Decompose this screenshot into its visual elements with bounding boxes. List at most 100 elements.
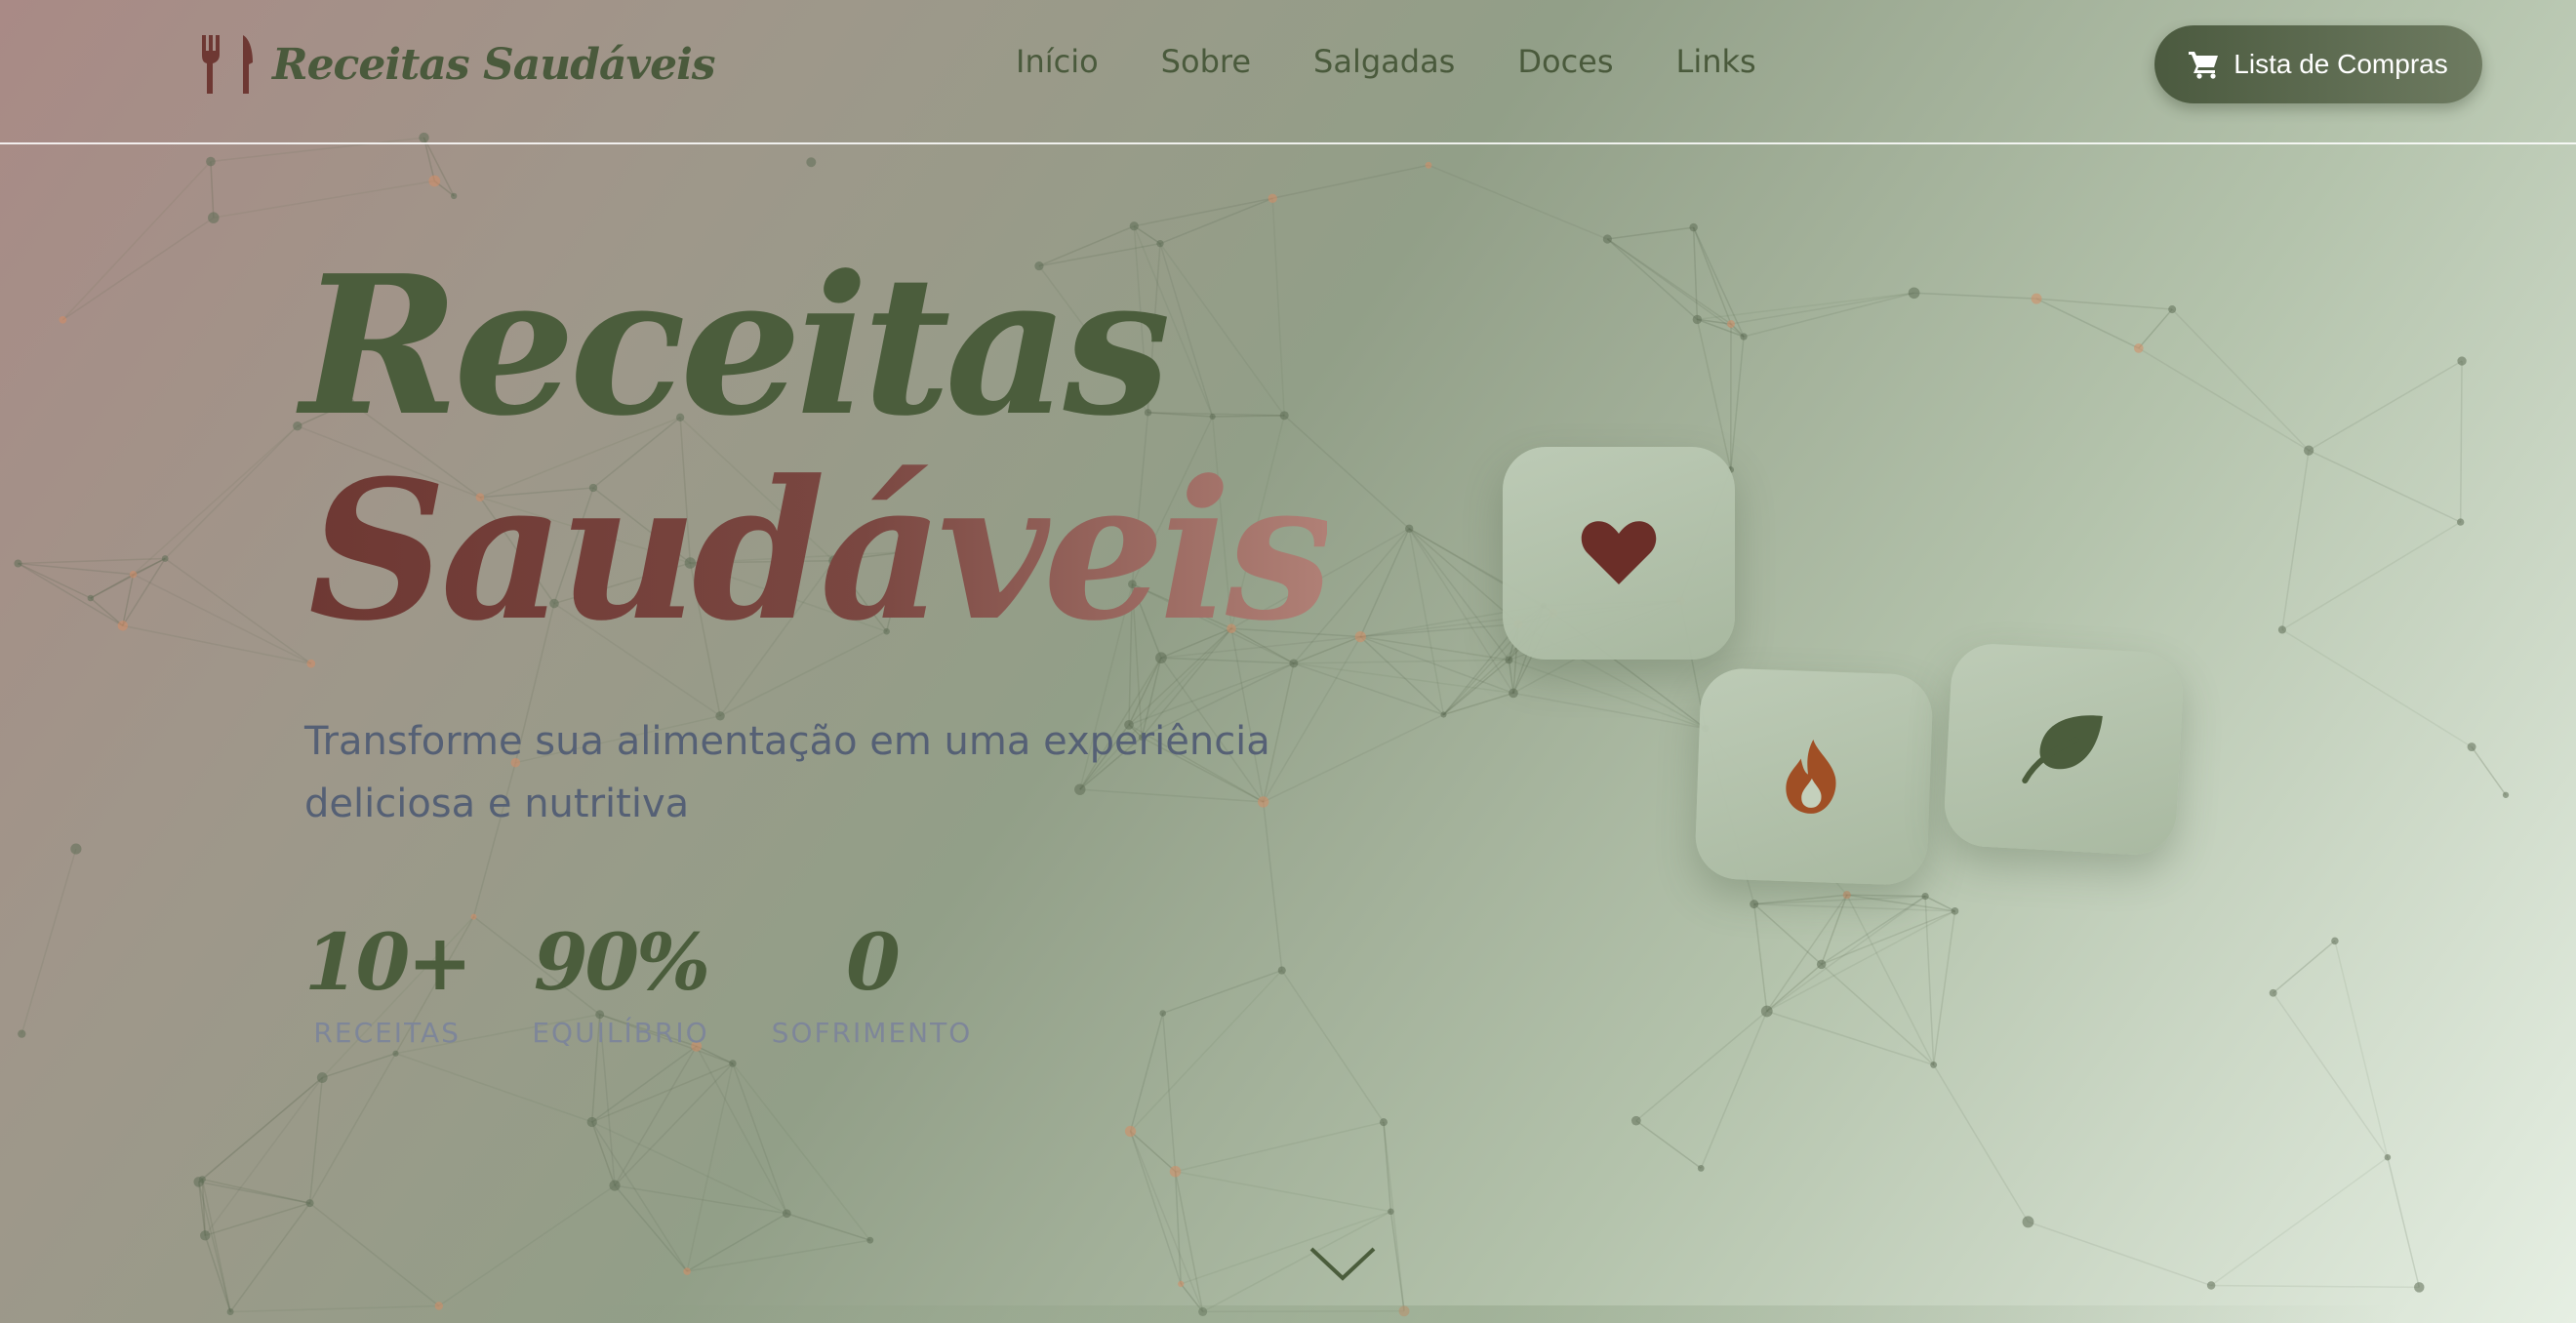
- network-line: [197, 1182, 206, 1236]
- network-line: [308, 1053, 397, 1204]
- stat-label: EQUILÍBRIO: [532, 1017, 709, 1049]
- network-node: [428, 175, 441, 187]
- hero-subtitle: Transforme sua alimentação em uma experi…: [304, 719, 1270, 826]
- network-line: [2035, 298, 2140, 349]
- network-line: [1174, 1171, 1182, 1284]
- network-node: [1505, 656, 1513, 664]
- chevron-down-icon[interactable]: [1308, 1245, 1378, 1284]
- nav-link-links[interactable]: Links: [1676, 43, 1756, 80]
- network-node: [586, 1116, 597, 1128]
- network-node: [1509, 688, 1518, 699]
- network-line: [1512, 692, 1706, 730]
- network-node: [2277, 625, 2286, 634]
- network-line: [61, 217, 215, 321]
- network-line: [2210, 1156, 2389, 1287]
- nav-link-sobre[interactable]: Sobre: [1161, 43, 1251, 80]
- network-line: [198, 1181, 310, 1204]
- network-line: [201, 1076, 323, 1181]
- network-line: [1408, 528, 1514, 694]
- network-line: [1442, 623, 1519, 715]
- network-node: [1921, 892, 1929, 901]
- network-line: [1700, 1011, 1768, 1169]
- network-line: [122, 558, 166, 626]
- network-line: [1635, 1010, 1768, 1122]
- network-line: [20, 848, 77, 1034]
- network-line: [210, 161, 215, 219]
- network-line: [1924, 896, 1935, 1065]
- network-node: [2022, 1216, 2034, 1228]
- network-line: [433, 180, 455, 197]
- network-line: [1360, 635, 1509, 662]
- network-line: [2281, 628, 2473, 748]
- network-line: [1360, 622, 1519, 638]
- network-line: [2281, 521, 2462, 631]
- network-line: [1383, 1122, 1392, 1212]
- network-line: [1360, 635, 1514, 695]
- leaf-card: [1942, 641, 2186, 858]
- network-line: [2138, 308, 2173, 349]
- network-line: [90, 574, 134, 599]
- network-line: [1635, 1120, 1702, 1170]
- network-line: [230, 1304, 439, 1313]
- network-node: [2414, 1282, 2425, 1293]
- network-line: [696, 1045, 787, 1215]
- network-line: [1697, 318, 1745, 338]
- nav-link-doces[interactable]: Doces: [1517, 43, 1613, 80]
- network-line: [1753, 895, 1926, 905]
- shopping-list-label: Lista de Compras: [2234, 49, 2448, 79]
- network-line: [1389, 1211, 1405, 1311]
- network-line: [2211, 1284, 2420, 1289]
- network-node: [2331, 937, 2339, 945]
- network-node: [1425, 161, 1432, 169]
- stat-value: 0: [846, 916, 901, 1008]
- nav-link-inicio[interactable]: Início: [1016, 43, 1099, 80]
- shopping-list-button[interactable]: Lista de Compras: [2154, 25, 2482, 103]
- network-line: [1729, 336, 1745, 470]
- network-line: [1766, 910, 1955, 1013]
- network-node: [206, 156, 216, 167]
- network-line: [1359, 528, 1410, 637]
- brand-name: Receitas Saudáveis: [272, 39, 716, 90]
- network-node: [2303, 445, 2314, 456]
- network-line: [197, 1182, 231, 1312]
- brand-logo[interactable]: Receitas Saudáveis: [200, 35, 716, 94]
- network-line: [1509, 659, 1706, 730]
- network-line: [2387, 1157, 2421, 1288]
- network-node: [200, 1230, 211, 1241]
- navbar: Receitas Saudáveis Início Sobre Salgadas…: [0, 0, 2576, 144]
- network-line: [18, 562, 124, 626]
- network-line: [591, 1121, 787, 1215]
- network-line: [1408, 528, 1445, 715]
- network-line: [2459, 360, 2463, 523]
- network-line: [1161, 1013, 1177, 1172]
- network-line: [2308, 449, 2461, 523]
- network-node: [1178, 1280, 1185, 1288]
- network-node: [193, 1177, 204, 1187]
- network-line: [1692, 227, 1699, 320]
- network-line: [687, 1239, 870, 1272]
- network-line: [322, 1053, 396, 1079]
- network-node: [1405, 524, 1414, 533]
- network-line: [2028, 1221, 2212, 1287]
- network-line: [205, 1202, 310, 1237]
- network-line: [2138, 347, 2310, 452]
- network-node: [2457, 356, 2467, 366]
- network-line: [198, 1179, 203, 1183]
- network-node: [117, 621, 128, 631]
- network-line: [438, 1184, 616, 1307]
- network-node: [1951, 906, 1959, 915]
- nav-link-salgadas[interactable]: Salgadas: [1313, 43, 1455, 80]
- network-node: [2206, 1281, 2216, 1290]
- network-line: [1129, 970, 1283, 1133]
- utensils-icon: [202, 35, 253, 94]
- network-line: [1607, 226, 1694, 240]
- network-line: [686, 1062, 734, 1272]
- network-node: [2502, 791, 2510, 798]
- network-line: [201, 1179, 231, 1312]
- network-line: [1697, 292, 1914, 321]
- network-line: [732, 1062, 788, 1215]
- network-line: [61, 161, 212, 321]
- network-line: [2273, 992, 2389, 1158]
- network-node: [683, 1267, 691, 1275]
- network-line: [1129, 1013, 1164, 1132]
